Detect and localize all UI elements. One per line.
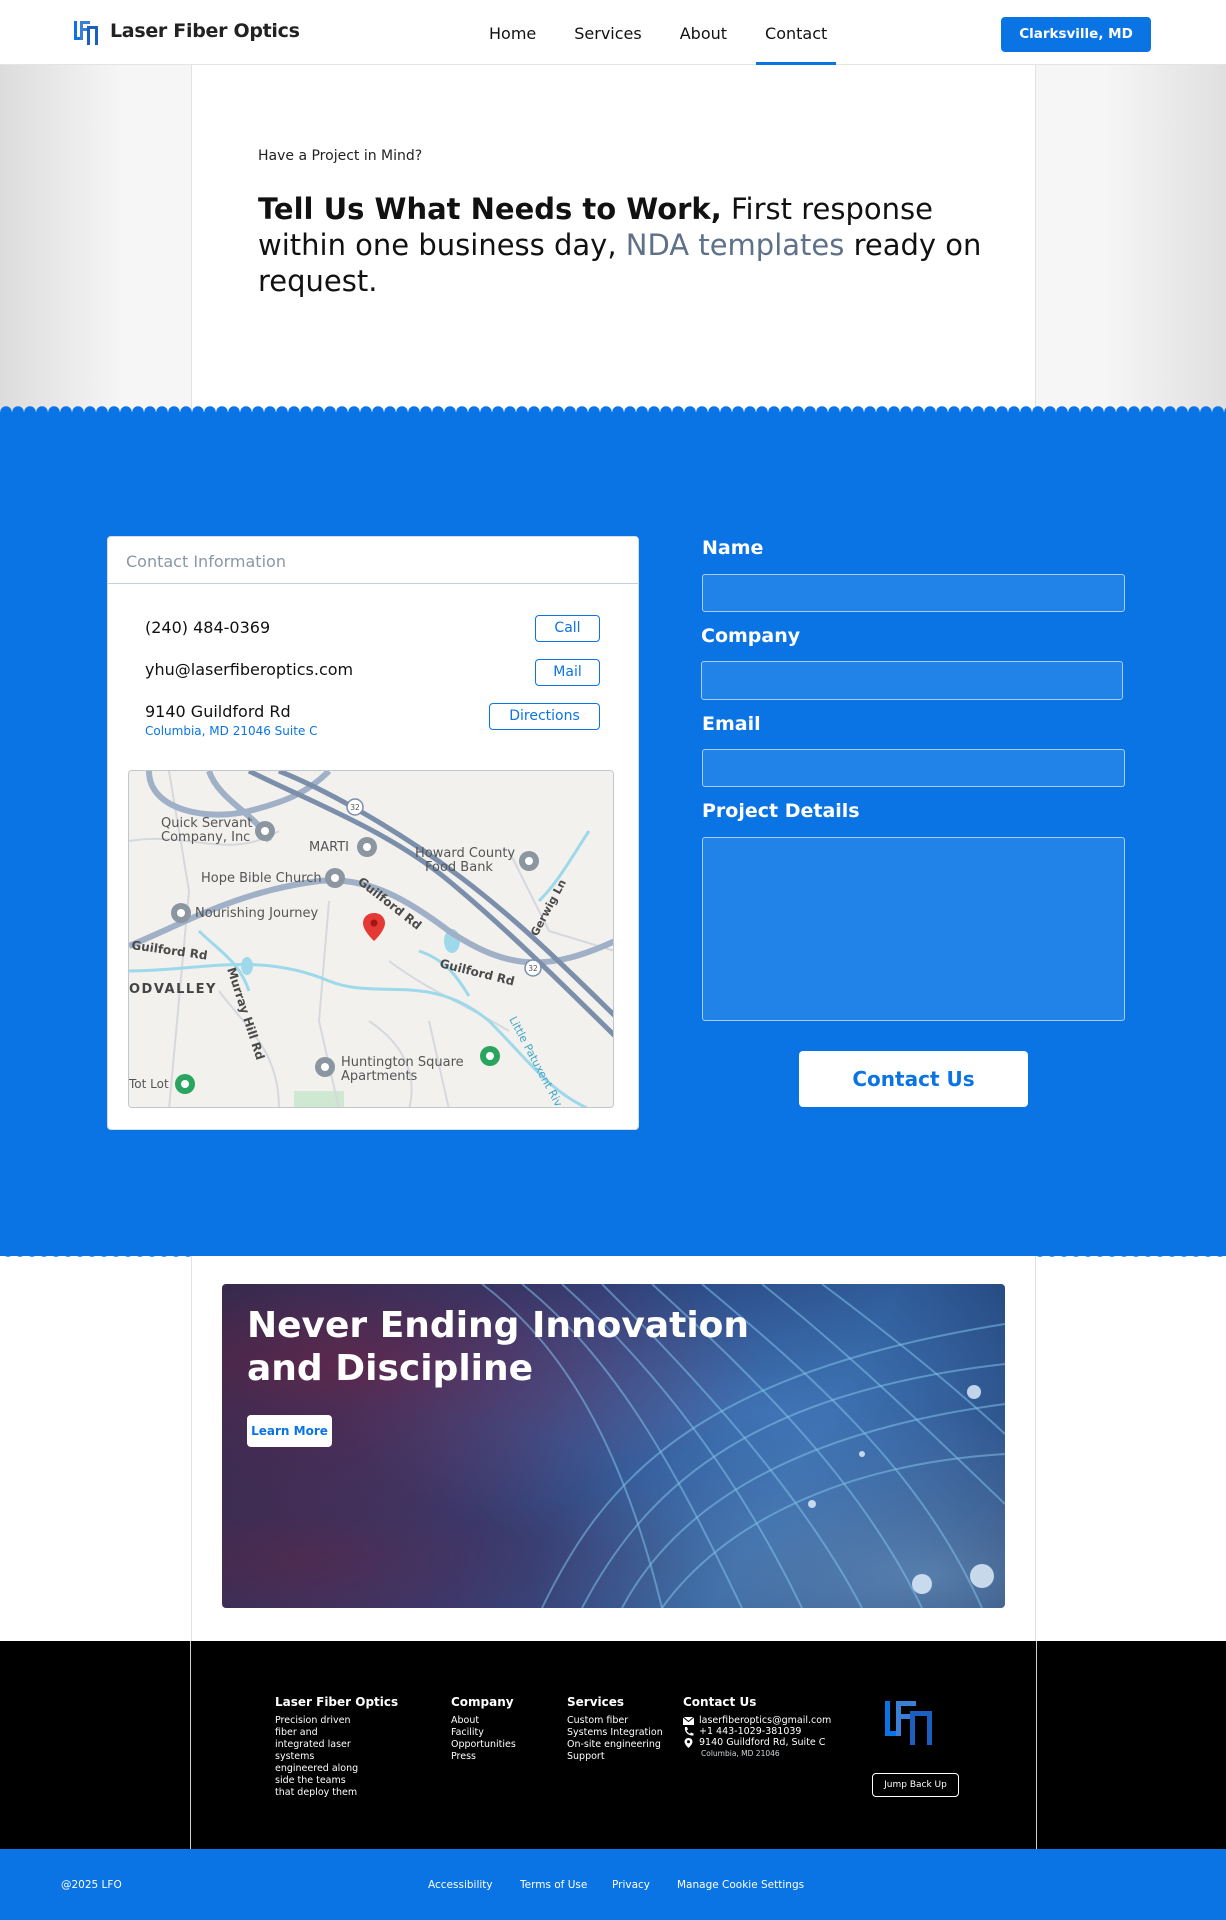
footer-company-column: Company About Facility Opportunities Pre… [451, 1695, 516, 1763]
address-line-1: 9140 Guildford Rd [145, 702, 291, 721]
scallop-divider-top [0, 402, 1226, 412]
hero-eyebrow: Have a Project in Mind? [258, 148, 423, 164]
footer-link-support[interactable]: Support [567, 1751, 663, 1763]
hero-card: Have a Project in Mind? Tell Us What Nee… [191, 65, 1036, 415]
location-button[interactable]: Clarksville, MD [1001, 17, 1151, 52]
name-input[interactable] [702, 574, 1125, 612]
jump-back-up-button[interactable]: Jump Back Up [872, 1773, 959, 1797]
footer-company-title: Company [451, 1695, 514, 1709]
nav-services[interactable]: Services [555, 0, 660, 65]
accessibility-link[interactable]: Accessibility [428, 1879, 493, 1891]
project-details-textarea[interactable] [702, 837, 1125, 1021]
footer-link-systems-integration[interactable]: Systems Integration [567, 1727, 663, 1739]
nav-home[interactable]: Home [470, 0, 555, 65]
headline-bold: Tell Us What Needs to Work, [258, 192, 722, 226]
footer-email-text: laserfiberoptics@gmail.com [699, 1715, 832, 1726]
footer-link-opportunities[interactable]: Opportunities [451, 1739, 516, 1751]
footer-address: 9140 Guildford Rd, Suite C [683, 1737, 831, 1748]
directions-button[interactable]: Directions [489, 703, 600, 730]
footer-phone[interactable]: +1 443-1029-381039 [683, 1726, 831, 1737]
contact-info-title: Contact Information [108, 537, 638, 584]
footer-brand-line: systems [275, 1751, 315, 1762]
phone-icon [684, 1727, 694, 1736]
privacy-link[interactable]: Privacy [612, 1879, 650, 1891]
footer-address-text: 9140 Guildford Rd, Suite C [699, 1737, 826, 1748]
route-32-label-2: 32 [528, 964, 538, 973]
footer-services-column: Services Custom fiber Systems Integratio… [567, 1695, 663, 1763]
mail-button[interactable]: Mail [535, 659, 600, 686]
footer-brand-line: fiber and [275, 1727, 318, 1738]
footer-link-custom-fiber[interactable]: Custom fiber [567, 1715, 663, 1727]
footer-brand-column: Laser Fiber Optics Precision driven fibe… [275, 1695, 398, 1799]
email-input[interactable] [702, 749, 1125, 787]
footer-link-press[interactable]: Press [451, 1751, 516, 1763]
call-button[interactable]: Call [535, 615, 600, 642]
location-icon [684, 1737, 693, 1748]
promo-banner: Never Ending Innovation and Discipline L… [222, 1284, 1005, 1608]
map-label-hope: Hope Bible Church [201, 871, 322, 886]
map-label-nourishing: Nourishing Journey [195, 906, 319, 921]
contact-info-card: Contact Information (240) 484-0369 Call … [107, 536, 639, 1130]
phone-number: (240) 484-0369 [145, 618, 271, 637]
footer-contact-column: Contact Us laserfiberoptics@gmail.com +1… [683, 1695, 831, 1760]
email-label: Email [702, 713, 761, 735]
footer-brand-line: engineered along [275, 1763, 359, 1774]
map-label-huntington-2: Apartments [341, 1069, 418, 1084]
main-nav: Home Services About Contact [470, 0, 846, 65]
footer-address-sub: Columbia, MD 21046 [701, 1749, 780, 1758]
footer-link-about[interactable]: About [451, 1715, 516, 1727]
cookie-settings-link[interactable]: Manage Cookie Settings [677, 1879, 804, 1891]
bottom-bar: @2025 LFO Accessibility Terms of Use Pri… [0, 1849, 1226, 1920]
email-address: yhu@laserfiberoptics.com [145, 660, 354, 679]
nda-templates-link[interactable]: NDA templates [626, 228, 845, 262]
footer-contact-title: Contact Us [683, 1695, 757, 1709]
learn-more-button[interactable]: Learn More [247, 1415, 332, 1447]
contact-us-button[interactable]: Contact Us [799, 1051, 1028, 1107]
hero-section: Have a Project in Mind? Tell Us What Nee… [0, 65, 1226, 415]
promo-title: Never Ending Innovation and Discipline [247, 1305, 750, 1389]
map-label-huntington: Huntington Square [341, 1055, 464, 1070]
name-label: Name [702, 537, 764, 559]
map-label-quick-servant-2: Company, Inc [161, 830, 250, 845]
lfo-logo-icon [885, 1701, 932, 1745]
map-label-howard-2: Food Bank [425, 860, 493, 875]
footer-phone-text: +1 443-1029-381039 [699, 1726, 802, 1737]
footer-brand-line: side the teams [275, 1775, 346, 1786]
footer-link-onsite-engineering[interactable]: On-site engineering [567, 1739, 663, 1751]
company-label: Company [701, 625, 801, 647]
site-footer: Laser Fiber Optics Precision driven fibe… [0, 1641, 1226, 1849]
copyright: @2025 LFO [61, 1879, 122, 1891]
map-label-dvalley: ODVALLEY [129, 982, 217, 997]
envelope-icon [683, 1716, 694, 1725]
address-line-2: Columbia, MD 21046 Suite C [145, 724, 318, 738]
footer-brand-line: Precision driven [275, 1715, 351, 1726]
lfo-logo-icon [74, 21, 98, 45]
footer-email[interactable]: laserfiberoptics@gmail.com [683, 1715, 831, 1726]
nav-about[interactable]: About [661, 0, 746, 65]
footer-brand-line: that deploy them [275, 1787, 358, 1798]
site-header: Laser Fiber Optics Home Services About C… [0, 0, 1226, 65]
footer-brand-title: Laser Fiber Optics [275, 1695, 399, 1709]
map-label-quick-servant: Quick Servant [161, 816, 252, 831]
map-graphic: 32 32 Quick Servant Company, Inc MARTI H… [129, 771, 613, 1107]
footer-link-facility[interactable]: Facility [451, 1727, 516, 1739]
location-map[interactable]: 32 32 Quick Servant Company, Inc MARTI H… [128, 770, 614, 1108]
route-32-label: 32 [350, 803, 360, 812]
terms-link[interactable]: Terms of Use [520, 1879, 587, 1891]
project-details-label: Project Details [702, 800, 860, 822]
hero-headline: Tell Us What Needs to Work, First respon… [258, 191, 993, 299]
brand[interactable]: Laser Fiber Optics [72, 17, 300, 45]
map-label-tot-lot: Tot Lot [129, 1077, 169, 1091]
footer-brand-line: integrated laser [275, 1739, 351, 1750]
footer-services-title: Services [567, 1695, 625, 1709]
nav-contact[interactable]: Contact [746, 0, 846, 65]
map-label-howard: Howard County [415, 846, 515, 861]
brand-name: Laser Fiber Optics [110, 20, 300, 42]
company-input[interactable] [701, 661, 1123, 700]
map-label-marti: MARTI [309, 840, 349, 855]
